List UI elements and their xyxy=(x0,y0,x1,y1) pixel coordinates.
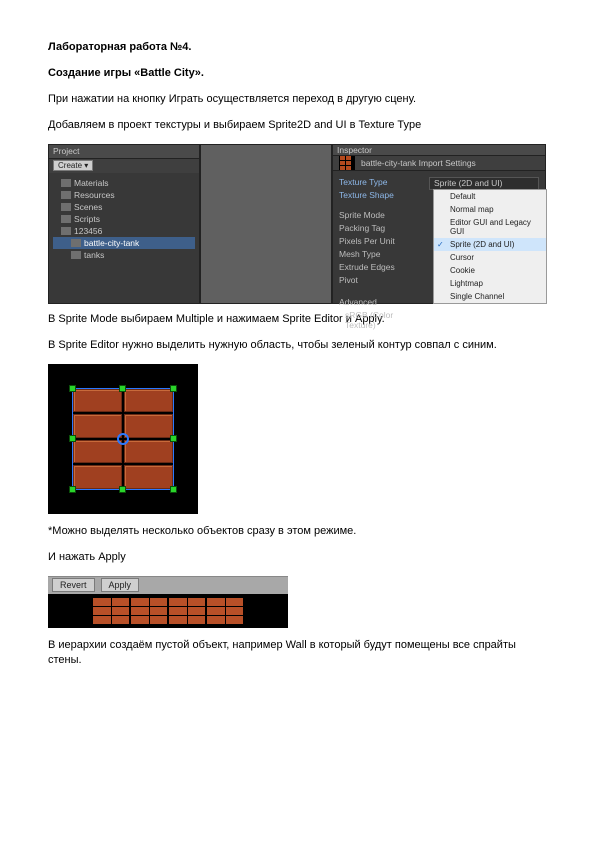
dropdown-option[interactable]: Cookie xyxy=(434,264,546,277)
resize-handle-icon[interactable] xyxy=(170,385,177,392)
tree-item-label: Materials xyxy=(74,178,108,188)
label-extrude: Extrude Edges xyxy=(339,262,423,272)
texture-type-dropdown[interactable]: DefaultNormal mapEditor GUI and Legacy G… xyxy=(433,189,547,304)
subtitle: Создание игры «Battle City». xyxy=(48,66,547,82)
label-ppu: Pixels Per Unit xyxy=(339,236,423,246)
resize-handle-icon[interactable] xyxy=(69,435,76,442)
pivot-icon[interactable] xyxy=(117,433,129,445)
tree-item-label: Scenes xyxy=(74,202,102,212)
paragraph-1: При нажатии на кнопку Играть осуществляе… xyxy=(48,92,547,108)
resize-handle-icon[interactable] xyxy=(69,486,76,493)
tree-item[interactable]: Scenes xyxy=(53,201,195,213)
dropdown-option[interactable]: Lightmap xyxy=(434,277,546,290)
inspector-tab[interactable]: Inspector xyxy=(333,145,545,156)
title: Лабораторная работа №4. xyxy=(48,40,547,56)
paragraph-5: *Можно выделять несколько объектов сразу… xyxy=(48,524,547,540)
paragraph-6: И нажать Apply xyxy=(48,550,547,566)
dropdown-option[interactable]: Normal map xyxy=(434,203,546,216)
tree-item[interactable]: Resources xyxy=(53,189,195,201)
label-texture-type: Texture Type xyxy=(339,177,423,187)
tree-item[interactable]: 123456 xyxy=(53,225,195,237)
tree-item-label: Scripts xyxy=(74,214,100,224)
label-advanced: Advanced xyxy=(339,297,423,307)
paragraph-4: В Sprite Editor нужно выделить нужную об… xyxy=(48,338,547,354)
dropdown-option[interactable]: Default xyxy=(434,190,546,203)
sprite-selection-box[interactable] xyxy=(73,389,173,489)
resize-handle-icon[interactable] xyxy=(119,486,126,493)
folder-icon xyxy=(61,227,71,235)
asset-thumbnail-icon xyxy=(339,156,355,170)
inspector-panel: Inspector battle-city-tank Import Settin… xyxy=(332,144,546,304)
project-panel: Project Create ▾ Materials Resources Scene… xyxy=(48,144,200,304)
apply-button[interactable]: Apply xyxy=(101,578,140,592)
tree-item[interactable]: Materials xyxy=(53,177,195,189)
screenshot-inspector: Project Create ▾ Materials Resources Scene… xyxy=(48,144,546,304)
folder-icon xyxy=(61,191,71,199)
create-button[interactable]: Create ▾ xyxy=(53,160,93,171)
label-pivot: Pivot xyxy=(339,275,423,285)
resize-handle-icon[interactable] xyxy=(170,486,177,493)
paragraph-2: Добавляем в проект текстуры и выбираем S… xyxy=(48,118,547,134)
label-mesh-type: Mesh Type xyxy=(339,249,423,259)
dropdown-option[interactable]: Sprite (2D and UI) xyxy=(434,238,546,251)
tree-item-label: tanks xyxy=(84,250,104,260)
tree-item-label: Resources xyxy=(74,190,115,200)
folder-icon xyxy=(61,179,71,187)
resize-handle-icon[interactable] xyxy=(119,385,126,392)
label-texture-shape: Texture Shape xyxy=(339,190,423,200)
tree-item[interactable]: battle-city-tank xyxy=(53,237,195,249)
inspector-labels: Texture Type Texture Shape Sprite Mode P… xyxy=(339,177,423,330)
label-sprite-mode: Sprite Mode xyxy=(339,210,423,220)
dropdown-option[interactable]: Cursor xyxy=(434,251,546,264)
tree-item-label: 123456 xyxy=(74,226,102,236)
label-packing-tag: Packing Tag xyxy=(339,223,423,233)
screenshot-sprite-editor xyxy=(48,364,198,514)
dropdown-option[interactable]: Editor GUI and Legacy GUI xyxy=(434,216,546,238)
project-tab[interactable]: Project xyxy=(49,145,199,159)
folder-icon xyxy=(61,203,71,211)
project-preview-empty xyxy=(200,144,332,304)
dropdown-option[interactable]: Single Channel xyxy=(434,290,546,303)
asset-title: battle-city-tank Import Settings xyxy=(361,158,476,168)
sprite-strip-preview xyxy=(48,594,288,628)
project-tree: Materials Resources Scenes Scripts 123456 bat… xyxy=(49,173,199,303)
screenshot-apply-bar: Revert Apply xyxy=(48,576,288,628)
revert-button[interactable]: Revert xyxy=(52,578,95,592)
folder-icon xyxy=(61,215,71,223)
paragraph-7: В иерархии создаём пустой объект, наприм… xyxy=(48,638,547,670)
resize-handle-icon[interactable] xyxy=(69,385,76,392)
tree-item[interactable]: tanks xyxy=(53,249,195,261)
folder-icon xyxy=(71,251,81,259)
resize-handle-icon[interactable] xyxy=(170,435,177,442)
tree-item-label: battle-city-tank xyxy=(84,238,139,248)
folder-icon xyxy=(71,239,81,247)
label-srgb: sRGB (Color Texture) xyxy=(339,310,423,330)
tree-item[interactable]: Scripts xyxy=(53,213,195,225)
